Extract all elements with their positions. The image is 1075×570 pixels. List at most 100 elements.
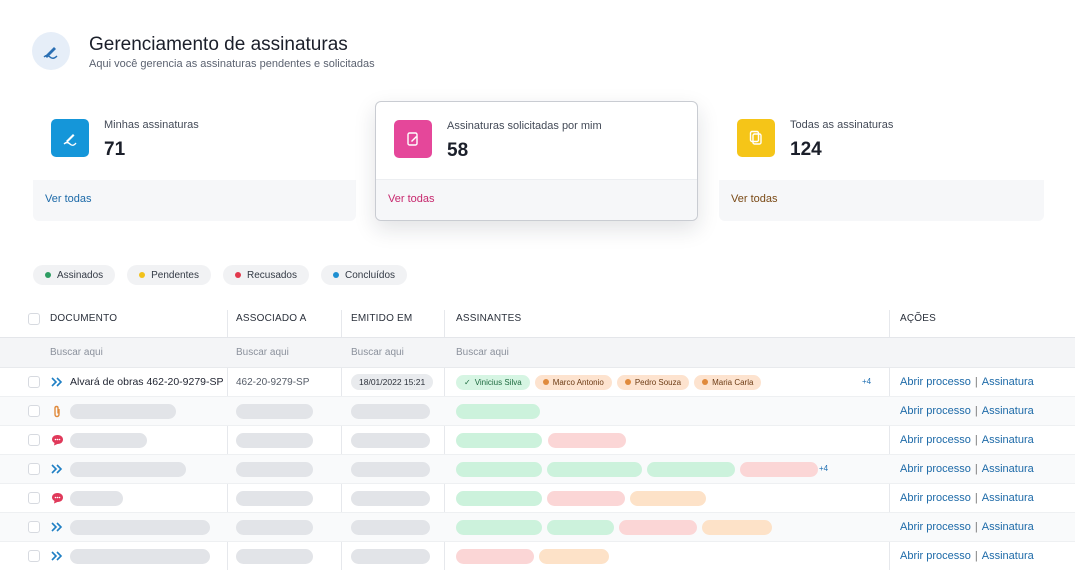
associated-value: 462-20-9279-SP bbox=[236, 376, 310, 388]
signature-link[interactable]: Assinatura bbox=[982, 434, 1034, 446]
signature-link[interactable]: Assinatura bbox=[982, 463, 1034, 475]
signer-badge[interactable]: Marco Antonio bbox=[534, 374, 612, 390]
placeholder-bar bbox=[740, 461, 818, 477]
row-checkbox[interactable] bbox=[28, 405, 40, 417]
card-label: Todas as assinaturas bbox=[790, 119, 894, 131]
chip-label: Pendentes bbox=[151, 269, 199, 281]
signer-badge[interactable]: ✓ Vinicius Silva bbox=[456, 374, 530, 390]
row-checkbox[interactable] bbox=[28, 492, 40, 504]
placeholder-bar bbox=[547, 519, 614, 535]
placeholder-bar bbox=[456, 461, 542, 477]
status-dot bbox=[333, 272, 339, 278]
table-row[interactable]: +4 Abrir processo | Assinatura bbox=[0, 455, 1075, 484]
placeholder-bar bbox=[236, 519, 313, 535]
placeholder-bar bbox=[236, 403, 313, 419]
search-input-associated[interactable]: Buscar aqui bbox=[236, 338, 340, 367]
search-input-document[interactable]: Buscar aqui bbox=[50, 338, 225, 367]
column-header-signers[interactable]: ASSINANTES bbox=[456, 300, 886, 337]
placeholder-bar bbox=[647, 461, 735, 477]
open-process-link[interactable]: Abrir processo bbox=[900, 521, 971, 533]
signature-link[interactable]: Assinatura bbox=[982, 376, 1034, 388]
column-header-issued[interactable]: EMITIDO EM bbox=[351, 300, 441, 337]
table-row[interactable]: Abrir processo | Assinatura bbox=[0, 397, 1075, 426]
column-header-associated[interactable]: ASSOCIADO A bbox=[236, 300, 340, 337]
signature-link[interactable]: Assinatura bbox=[982, 492, 1034, 504]
open-process-link[interactable]: Abrir processo bbox=[900, 463, 971, 475]
chip-pending[interactable]: Pendentes bbox=[127, 265, 211, 285]
placeholder-bar bbox=[351, 461, 430, 477]
signature-link[interactable]: Assinatura bbox=[982, 550, 1034, 562]
placeholder-bar bbox=[236, 548, 313, 564]
card-label: Assinaturas solicitadas por mim bbox=[447, 120, 602, 132]
table-row[interactable]: Abrir processo | Assinatura bbox=[0, 542, 1075, 570]
signer-badge[interactable]: Maria Carla bbox=[694, 374, 762, 390]
select-all-checkbox[interactable] bbox=[28, 312, 40, 325]
signature-link[interactable]: Assinatura bbox=[982, 405, 1034, 417]
row-checkbox[interactable] bbox=[28, 550, 40, 562]
signer-name: Vinicius Silva bbox=[474, 377, 522, 387]
document-name[interactable]: Alvará de obras 462-20-9279-SP bbox=[70, 376, 224, 388]
placeholder-bar bbox=[351, 432, 430, 448]
see-all-link[interactable]: Ver todas bbox=[731, 193, 777, 205]
placeholder-bar bbox=[70, 548, 210, 564]
card-count: 58 bbox=[447, 140, 469, 161]
open-process-link[interactable]: Abrir processo bbox=[900, 550, 971, 562]
table-row[interactable]: Alvará de obras 462-20-9279-SP 462-20-92… bbox=[0, 368, 1075, 397]
open-process-link[interactable]: Abrir processo bbox=[900, 405, 971, 417]
chip-signed[interactable]: Assinados bbox=[33, 265, 116, 285]
open-process-link[interactable]: Abrir processo bbox=[900, 492, 971, 504]
chip-refused[interactable]: Recusados bbox=[222, 265, 309, 285]
placeholder-bar bbox=[70, 461, 186, 477]
documents-copy-icon bbox=[737, 119, 775, 157]
card-all-signatures[interactable]: Todas as assinaturas 124 Ver todas bbox=[719, 101, 1044, 221]
placeholder-bar bbox=[702, 519, 772, 535]
see-all-link[interactable]: Ver todas bbox=[388, 193, 434, 205]
chat-bubble-icon bbox=[50, 492, 64, 504]
column-header-document[interactable]: DOCUMENTO bbox=[50, 300, 225, 337]
column-header-actions: AÇÕES bbox=[900, 313, 937, 324]
pending-dot bbox=[702, 379, 709, 385]
placeholder-bar bbox=[236, 432, 313, 448]
row-checkbox[interactable] bbox=[28, 376, 40, 388]
placeholder-bar bbox=[456, 519, 542, 535]
signer-badge[interactable]: Pedro Souza bbox=[616, 374, 690, 390]
status-dot bbox=[45, 272, 51, 278]
action-separator: | bbox=[974, 492, 978, 504]
placeholder-bar bbox=[456, 432, 542, 448]
see-all-link[interactable]: Ver todas bbox=[45, 193, 91, 205]
open-process-link[interactable]: Abrir processo bbox=[900, 376, 971, 388]
status-legend: Assinados Pendentes Recusados Concluídos bbox=[33, 265, 408, 285]
signer-name: Marco Antonio bbox=[552, 377, 604, 387]
pending-dot bbox=[542, 379, 549, 385]
chip-completed[interactable]: Concluídos bbox=[321, 265, 408, 285]
signer-name: Pedro Souza bbox=[634, 377, 682, 387]
more-signers-count[interactable]: +4 bbox=[819, 464, 828, 473]
placeholder-bar bbox=[456, 490, 542, 506]
page-title: Gerenciamento de assinaturas bbox=[89, 34, 348, 55]
more-signers-count[interactable]: +4 bbox=[862, 377, 871, 386]
document-edit-icon bbox=[394, 120, 432, 158]
open-process-link[interactable]: Abrir processo bbox=[900, 434, 971, 446]
action-separator: | bbox=[974, 376, 978, 388]
table-row[interactable]: Abrir processo | Assinatura bbox=[0, 484, 1075, 513]
placeholder-bar bbox=[539, 548, 609, 564]
table-row[interactable]: Abrir processo | Assinatura bbox=[0, 513, 1075, 542]
card-requested-signatures[interactable]: Assinaturas solicitadas por mim 58 Ver t… bbox=[375, 101, 698, 221]
table-row[interactable]: Abrir processo | Assinatura bbox=[0, 426, 1075, 455]
placeholder-bar bbox=[351, 519, 430, 535]
placeholder-bar bbox=[70, 403, 176, 419]
row-checkbox[interactable] bbox=[28, 521, 40, 533]
placeholder-bar bbox=[456, 548, 534, 564]
row-checkbox[interactable] bbox=[28, 434, 40, 446]
card-label: Minhas assinaturas bbox=[104, 119, 199, 131]
card-my-signatures[interactable]: Minhas assinaturas 71 Ver todas bbox=[33, 101, 356, 221]
placeholder-bar bbox=[236, 461, 313, 477]
search-row: Buscar aqui Buscar aqui Buscar aqui Busc… bbox=[0, 338, 1075, 368]
search-input-signers[interactable]: Buscar aqui bbox=[456, 338, 886, 367]
search-input-issued[interactable]: Buscar aqui bbox=[351, 338, 441, 367]
paperclip-icon bbox=[50, 405, 64, 418]
signature-link[interactable]: Assinatura bbox=[982, 521, 1034, 533]
chevrons-right-icon bbox=[50, 551, 64, 561]
row-checkbox[interactable] bbox=[28, 463, 40, 475]
signer-name: Maria Carla bbox=[712, 377, 754, 387]
